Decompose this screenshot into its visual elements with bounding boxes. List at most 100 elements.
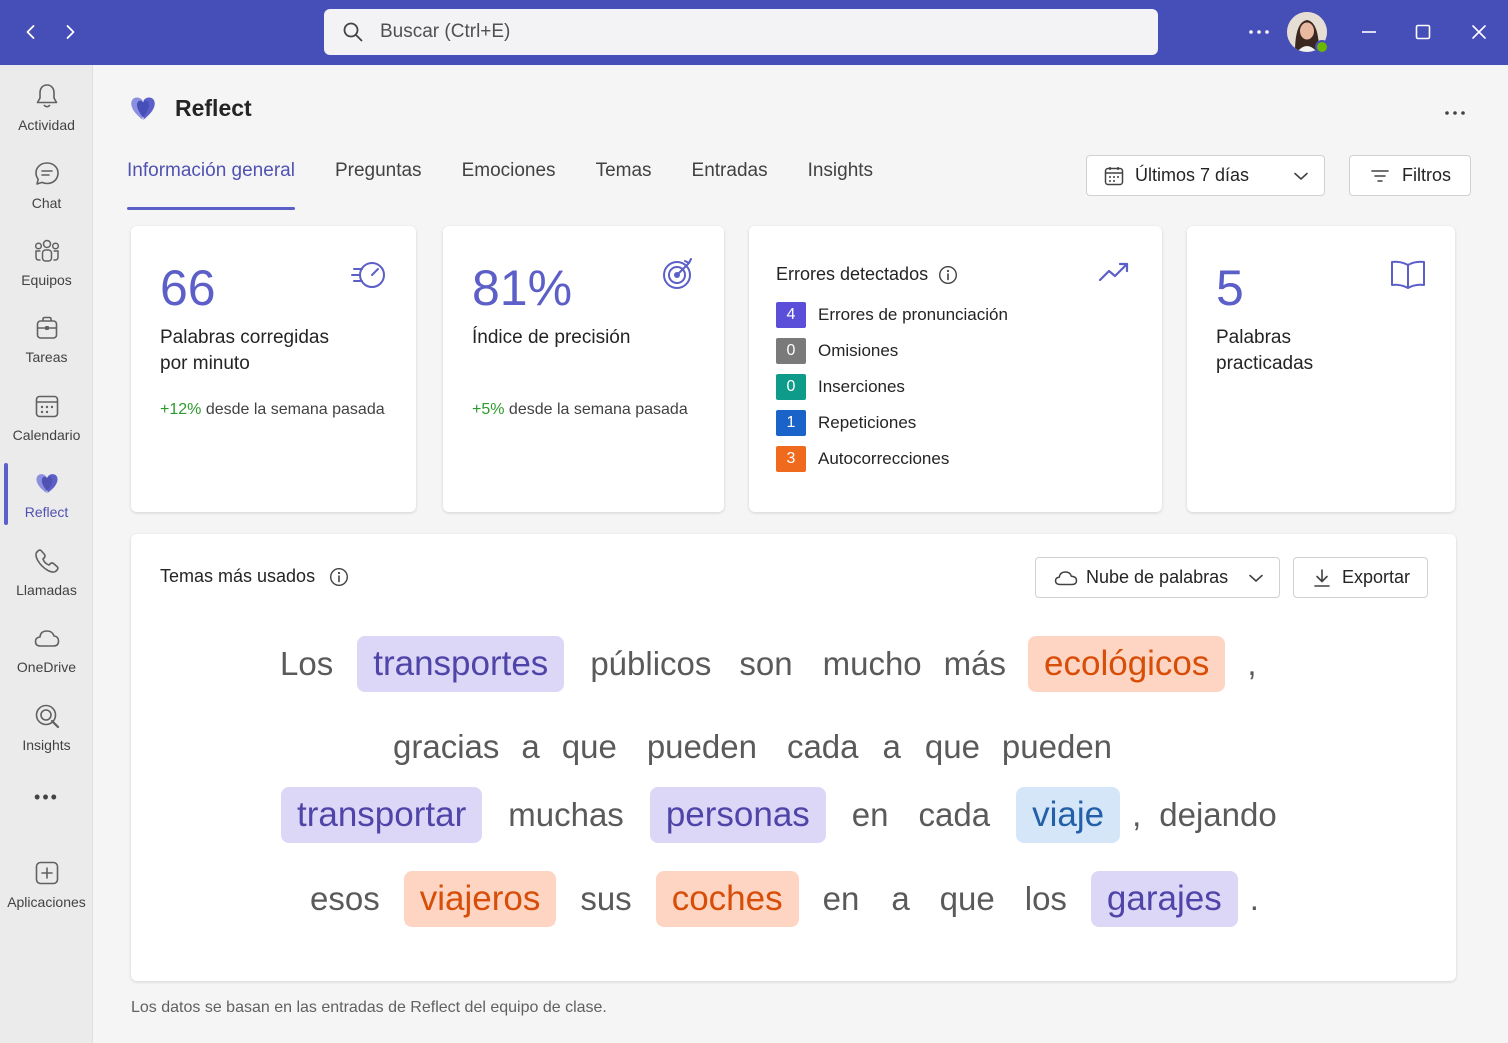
app-title: Reflect xyxy=(175,94,252,121)
cloud-word: en xyxy=(822,879,860,917)
cloud-word: a xyxy=(521,727,540,765)
speed-icon xyxy=(351,262,385,288)
rail-item-chat[interactable]: Chat xyxy=(0,159,93,229)
wcpm-label-line1: Palabras corregidas xyxy=(160,327,329,348)
accuracy-delta-value: +5% xyxy=(472,401,505,418)
forward-icon[interactable] xyxy=(56,18,84,46)
tab-preguntas[interactable]: Preguntas xyxy=(335,160,422,210)
date-range-dropdown[interactable]: Últimos 7 días xyxy=(1086,155,1325,196)
rail-item-actividad[interactable]: Actividad xyxy=(0,81,93,151)
rail-item-tareas[interactable]: Tareas xyxy=(0,313,93,383)
highlighted-word: coches xyxy=(655,870,799,927)
app-header: Reflect xyxy=(127,92,252,124)
error-label: Inserciones xyxy=(818,377,905,396)
cloud-word: más xyxy=(943,644,1007,682)
cloud-word: Los xyxy=(280,644,334,682)
tab-insights[interactable]: Insights xyxy=(808,160,873,210)
error-row-insertions: 0 Inserciones xyxy=(776,374,905,400)
rail-item-equipos[interactable]: Equipos xyxy=(0,236,93,306)
cloud-word: cada xyxy=(918,795,991,833)
teams-icon xyxy=(34,239,59,262)
topics-title-text: Temas más usados xyxy=(160,566,316,586)
filters-button[interactable]: Filtros xyxy=(1349,155,1471,196)
errors-title-text: Errores detectados xyxy=(776,264,929,284)
rail-more-button[interactable]: ••• xyxy=(0,787,93,817)
rail-label: Insights xyxy=(22,737,71,753)
topics-title: Temas más usados xyxy=(160,566,349,587)
back-icon[interactable] xyxy=(17,18,45,46)
accuracy-label: Índice de precisión xyxy=(472,327,631,348)
accuracy-delta-text: desde la semana pasada xyxy=(504,401,688,418)
more-icon[interactable] xyxy=(1245,18,1273,46)
trend-up-icon xyxy=(1098,262,1129,282)
title-bar xyxy=(0,0,1508,65)
word-cloud-line: transportar muchas personas en cada viaje, dej… xyxy=(281,782,1277,847)
error-row-omissions: 0 Omisiones xyxy=(776,338,898,364)
maximize-icon[interactable] xyxy=(1409,18,1437,46)
rail-item-insights[interactable]: Insights xyxy=(0,701,93,771)
minimize-icon[interactable] xyxy=(1355,18,1383,46)
words-label-line2: practicadas xyxy=(1216,353,1314,374)
tab-entradas[interactable]: Entradas xyxy=(692,160,768,210)
rail-item-aplicaciones[interactable]: Aplicaciones xyxy=(0,858,93,928)
error-count-badge: 0 xyxy=(776,338,806,364)
word-cloud-view-dropdown[interactable]: Nube de palabras xyxy=(1035,557,1280,598)
error-row-repetitions: 1 Repeticiones xyxy=(776,410,916,436)
search-input[interactable] xyxy=(380,21,1080,43)
word-cloud-line: Los transportes públicos son mucho más ecológi… xyxy=(280,631,1257,696)
cloud-word: gracias xyxy=(393,727,500,765)
words-practiced-label: Palabras practicadas xyxy=(1216,325,1313,377)
cloud-word: esos xyxy=(310,879,380,917)
rail-label: OneDrive xyxy=(16,659,77,675)
cloud-word: que xyxy=(924,727,980,765)
cloud-word: dejando xyxy=(1159,795,1277,833)
wcpm-delta: +12% desde la semana pasada xyxy=(160,401,385,419)
filters-label: Filtros xyxy=(1402,165,1451,185)
cloud-word: cada xyxy=(786,727,859,765)
calendar-icon xyxy=(1104,166,1124,185)
close-icon[interactable] xyxy=(1465,18,1493,46)
book-icon xyxy=(1391,260,1425,289)
tasks-icon xyxy=(36,316,57,339)
cloud-word: pueden xyxy=(646,727,757,765)
rail-item-llamadas[interactable]: Llamadas xyxy=(0,546,93,616)
highlighted-word: transportes xyxy=(357,635,565,692)
error-row-self-corrections: 3 Autocorrecciones xyxy=(776,446,949,472)
error-count-badge: 3 xyxy=(776,446,806,472)
chat-icon xyxy=(34,162,59,185)
export-label: Exportar xyxy=(1342,567,1411,587)
word-cloud-line: esos viajeros sus coches en a que los garajes. xyxy=(310,866,1259,931)
reflect-logo-icon xyxy=(131,97,155,120)
cloud-word: a xyxy=(882,727,901,765)
rail-label: Calendario xyxy=(12,427,81,443)
rail-item-calendario[interactable]: Calendario xyxy=(0,391,93,461)
rail-item-reflect[interactable]: Reflect xyxy=(0,468,93,538)
search-icon xyxy=(343,22,363,42)
search-box[interactable] xyxy=(324,9,1158,55)
presence-badge xyxy=(1315,40,1329,54)
cloud-word: , xyxy=(1247,644,1257,682)
cloud-word: en xyxy=(851,795,889,833)
phone-icon xyxy=(34,549,59,573)
tab-informacion-general[interactable]: Información general xyxy=(127,160,295,210)
info-icon[interactable] xyxy=(938,265,958,285)
cloud-word: . xyxy=(1249,879,1259,917)
highlighted-word: ecológicos xyxy=(1028,635,1226,692)
tab-emociones[interactable]: Emociones xyxy=(462,160,556,210)
rail-item-onedrive[interactable]: OneDrive xyxy=(0,623,93,693)
info-icon[interactable] xyxy=(329,567,349,587)
export-button[interactable]: Exportar xyxy=(1293,557,1428,598)
cloud-word: son xyxy=(739,644,793,682)
calendar-icon xyxy=(35,395,58,418)
cloud-word: , xyxy=(1132,795,1142,833)
app-more-icon[interactable] xyxy=(1440,96,1470,122)
cloud-word: mucho xyxy=(822,644,922,682)
words-label-line1: Palabras xyxy=(1216,327,1291,348)
cloud-word: sus xyxy=(580,879,632,917)
rail-label: Llamadas xyxy=(16,582,77,598)
error-row-pronunciation: 4 Errores de pronunciación xyxy=(776,302,1008,328)
cloud-word: que xyxy=(561,727,617,765)
avatar[interactable] xyxy=(1287,12,1329,54)
tab-temas[interactable]: Temas xyxy=(596,160,652,210)
word-cloud-line: gracias a que pueden cada a que pueden xyxy=(393,714,1112,779)
